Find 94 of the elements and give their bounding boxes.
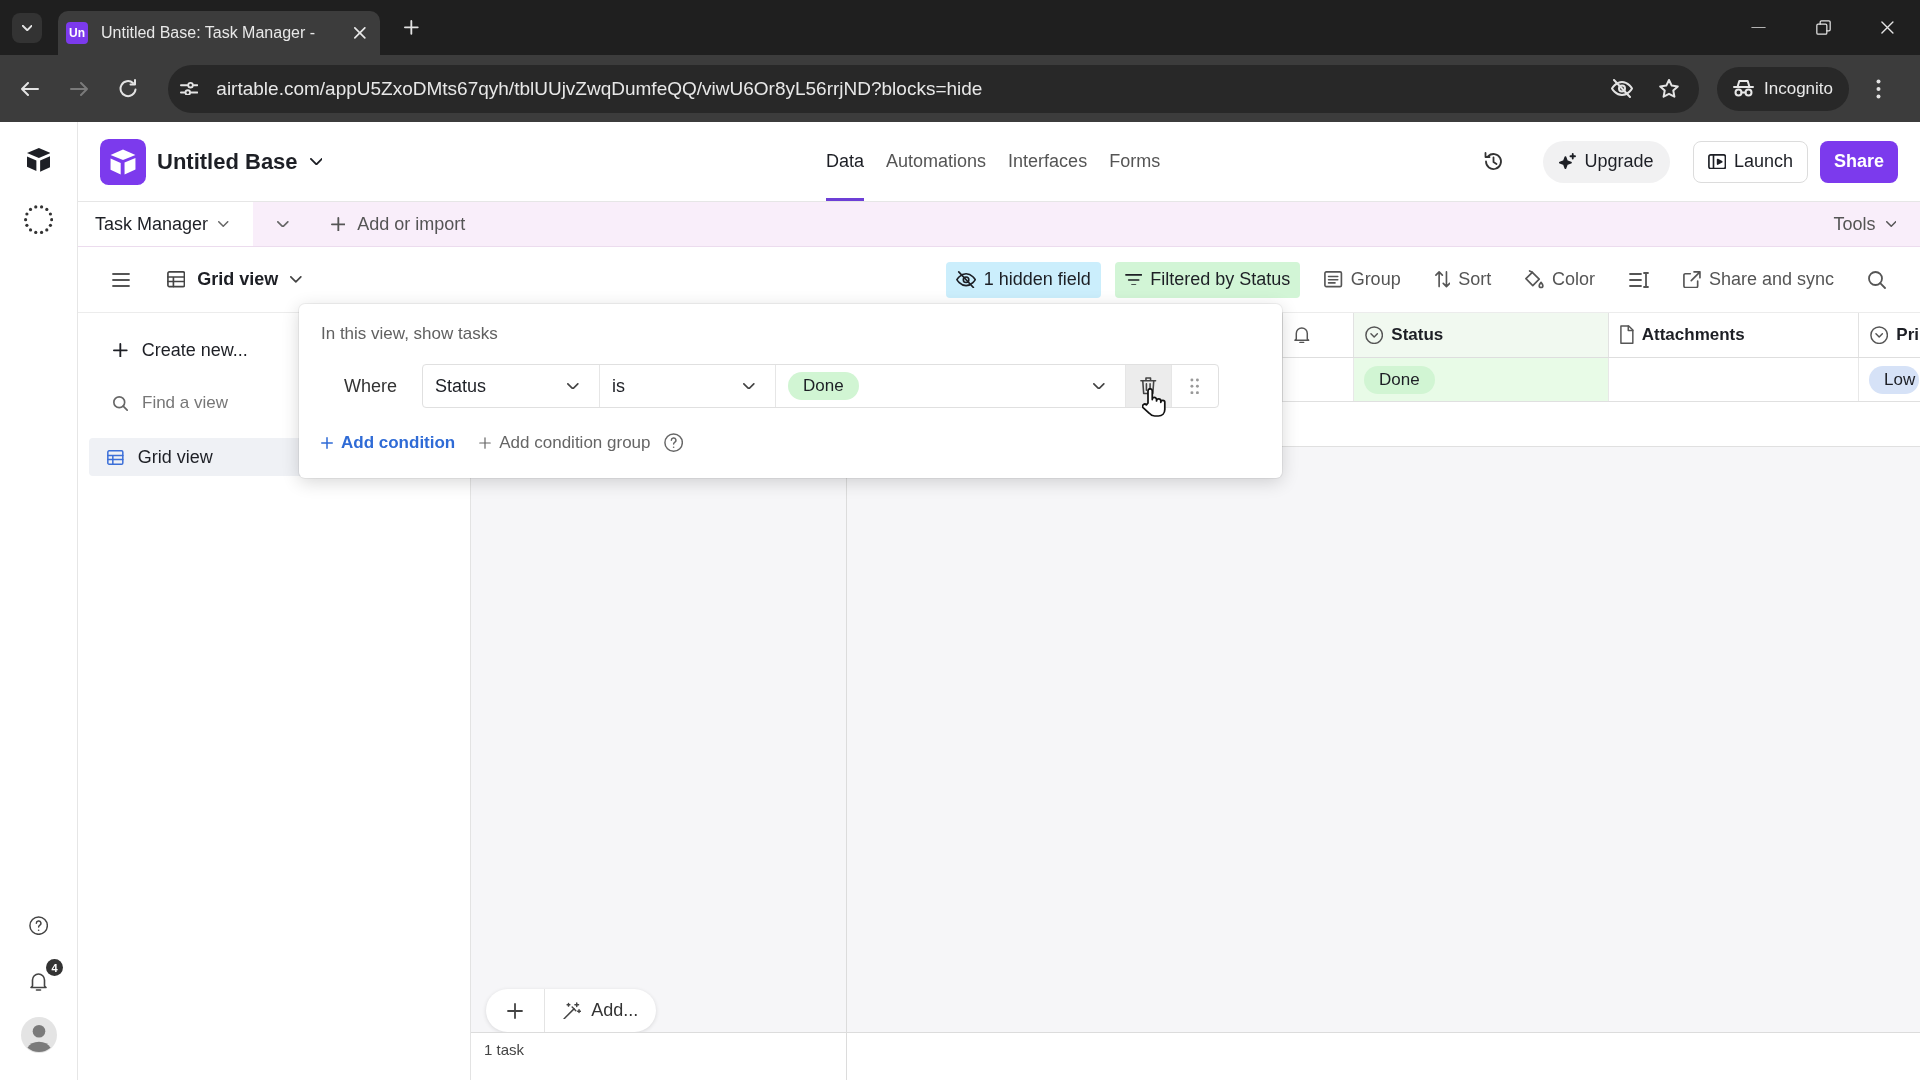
paint-bucket-icon [1525,270,1545,289]
history-icon[interactable] [1483,151,1504,172]
plus-icon[interactable] [507,1002,523,1019]
value-select[interactable]: Done [776,365,1126,407]
chevron-down-icon [21,25,33,31]
hand-cursor-icon [1142,388,1167,418]
search-icon [113,395,128,411]
favicon: Un [66,22,88,44]
chevron-down-icon [743,382,755,390]
view-switcher-button[interactable]: Grid view [167,269,302,290]
base-logo-icon [100,138,146,185]
field-select[interactable]: Status [423,365,600,407]
avatar-icon[interactable] [20,1017,57,1053]
chevron-down-icon [218,221,229,227]
chevron-down-icon [1885,221,1896,227]
search-icon[interactable] [1868,270,1886,289]
plus-icon [113,342,128,358]
column-header[interactable]: Status [1353,313,1608,357]
sparkle-icon [1559,153,1577,170]
status-tag: Done [1364,365,1435,394]
eye-off-icon[interactable] [1611,79,1633,98]
list-box-icon [1324,271,1343,288]
hide-fields-button[interactable]: 1 hidden field [945,261,1101,298]
chevron-down-icon [1093,382,1105,390]
chevron-down-icon [309,157,323,166]
minimize-icon[interactable] [1751,26,1767,29]
group-button[interactable]: Group [1314,261,1411,298]
forward-arrow-icon[interactable] [70,81,88,96]
grid-icon [107,449,124,465]
trash-icon [1140,377,1157,395]
chevron-down-icon[interactable] [277,220,289,228]
share-sync-button[interactable]: Share and sync [1673,261,1844,298]
nav-tab[interactable]: Forms [1109,122,1161,201]
plus-icon [479,437,492,449]
sort-button[interactable]: Sort [1424,261,1502,298]
column-header[interactable]: Attachments [1608,313,1858,357]
row-height-icon[interactable] [1629,271,1650,288]
dotted-ring-icon[interactable] [23,204,54,235]
share-button[interactable]: Share [1819,140,1898,183]
conjunction-label: Where [344,375,398,397]
browser-tab[interactable]: Un Untitled Base: Task Manager - [58,11,380,55]
star-icon[interactable] [1659,79,1679,98]
magic-wand-icon [563,1001,582,1020]
grid-icon [167,271,186,288]
close-icon[interactable] [354,27,366,39]
popup-title: In this view, show tasks [321,324,499,344]
help-icon[interactable] [28,915,49,935]
back-arrow-icon[interactable] [21,81,39,96]
tab-list-button[interactable] [12,13,42,43]
upgrade-button[interactable]: Upgrade [1543,140,1670,183]
circle-chevron-icon [1870,325,1889,345]
drag-handle-icon[interactable] [1190,377,1200,395]
add-or-import-button[interactable]: Add or import [330,213,466,235]
add-condition-group-button[interactable]: Add condition group [479,433,651,453]
chevron-down-icon [290,276,302,283]
notification-badge: 4 [46,959,63,976]
nav-tab[interactable]: Interfaces [1008,122,1088,201]
status-tag: Low [1869,365,1920,394]
operator-select[interactable]: is [600,365,776,407]
file-icon [1620,325,1634,345]
filter-icon [1124,273,1143,286]
box-logo-icon[interactable] [26,148,51,172]
plus-icon [321,437,333,449]
bell-icon [1294,326,1310,344]
sliders-icon[interactable] [180,81,199,96]
bell-icon[interactable] [30,973,47,991]
record-count: 1 task [484,1041,525,1058]
base-name-button[interactable]: Untitled Base [157,148,323,175]
filter-button[interactable]: Filtered by Status [1114,261,1301,298]
launch-button[interactable]: Launch [1692,140,1808,183]
circle-chevron-icon [1365,325,1384,345]
find-view-field[interactable]: Find a view [142,393,342,413]
add-field-button[interactable]: Add... [545,1000,657,1021]
address-bar[interactable]: airtable.com/appU5ZxoDMts67qyh/tblUUjvZwqDumfeQQ/viwU6Or8yL56rrjND?blocks=hide [168,64,1699,113]
menu-icon[interactable] [112,272,130,287]
hat-glasses-icon [1733,80,1754,97]
help-icon[interactable] [663,433,683,453]
sort-icon [1434,271,1451,288]
kebab-menu-icon[interactable] [1876,78,1881,99]
chevron-down-icon [567,382,579,390]
restore-icon[interactable] [1816,20,1832,35]
tools-button[interactable]: Tools [1833,213,1896,235]
plus-icon [330,216,346,232]
color-button[interactable]: Color [1515,261,1606,298]
external-link-icon [1683,270,1701,289]
table-tab[interactable]: Task Manager [78,202,253,246]
nav-tab[interactable]: Automations [886,122,987,201]
incognito-button[interactable]: Incognito [1717,66,1849,111]
eye-off-icon [955,270,976,289]
column-header[interactable]: Pri [1858,313,1920,357]
close-icon[interactable] [1881,21,1894,34]
status-tag: Done [788,372,859,400]
play-panel-icon [1707,153,1726,170]
reload-icon[interactable] [119,79,137,98]
